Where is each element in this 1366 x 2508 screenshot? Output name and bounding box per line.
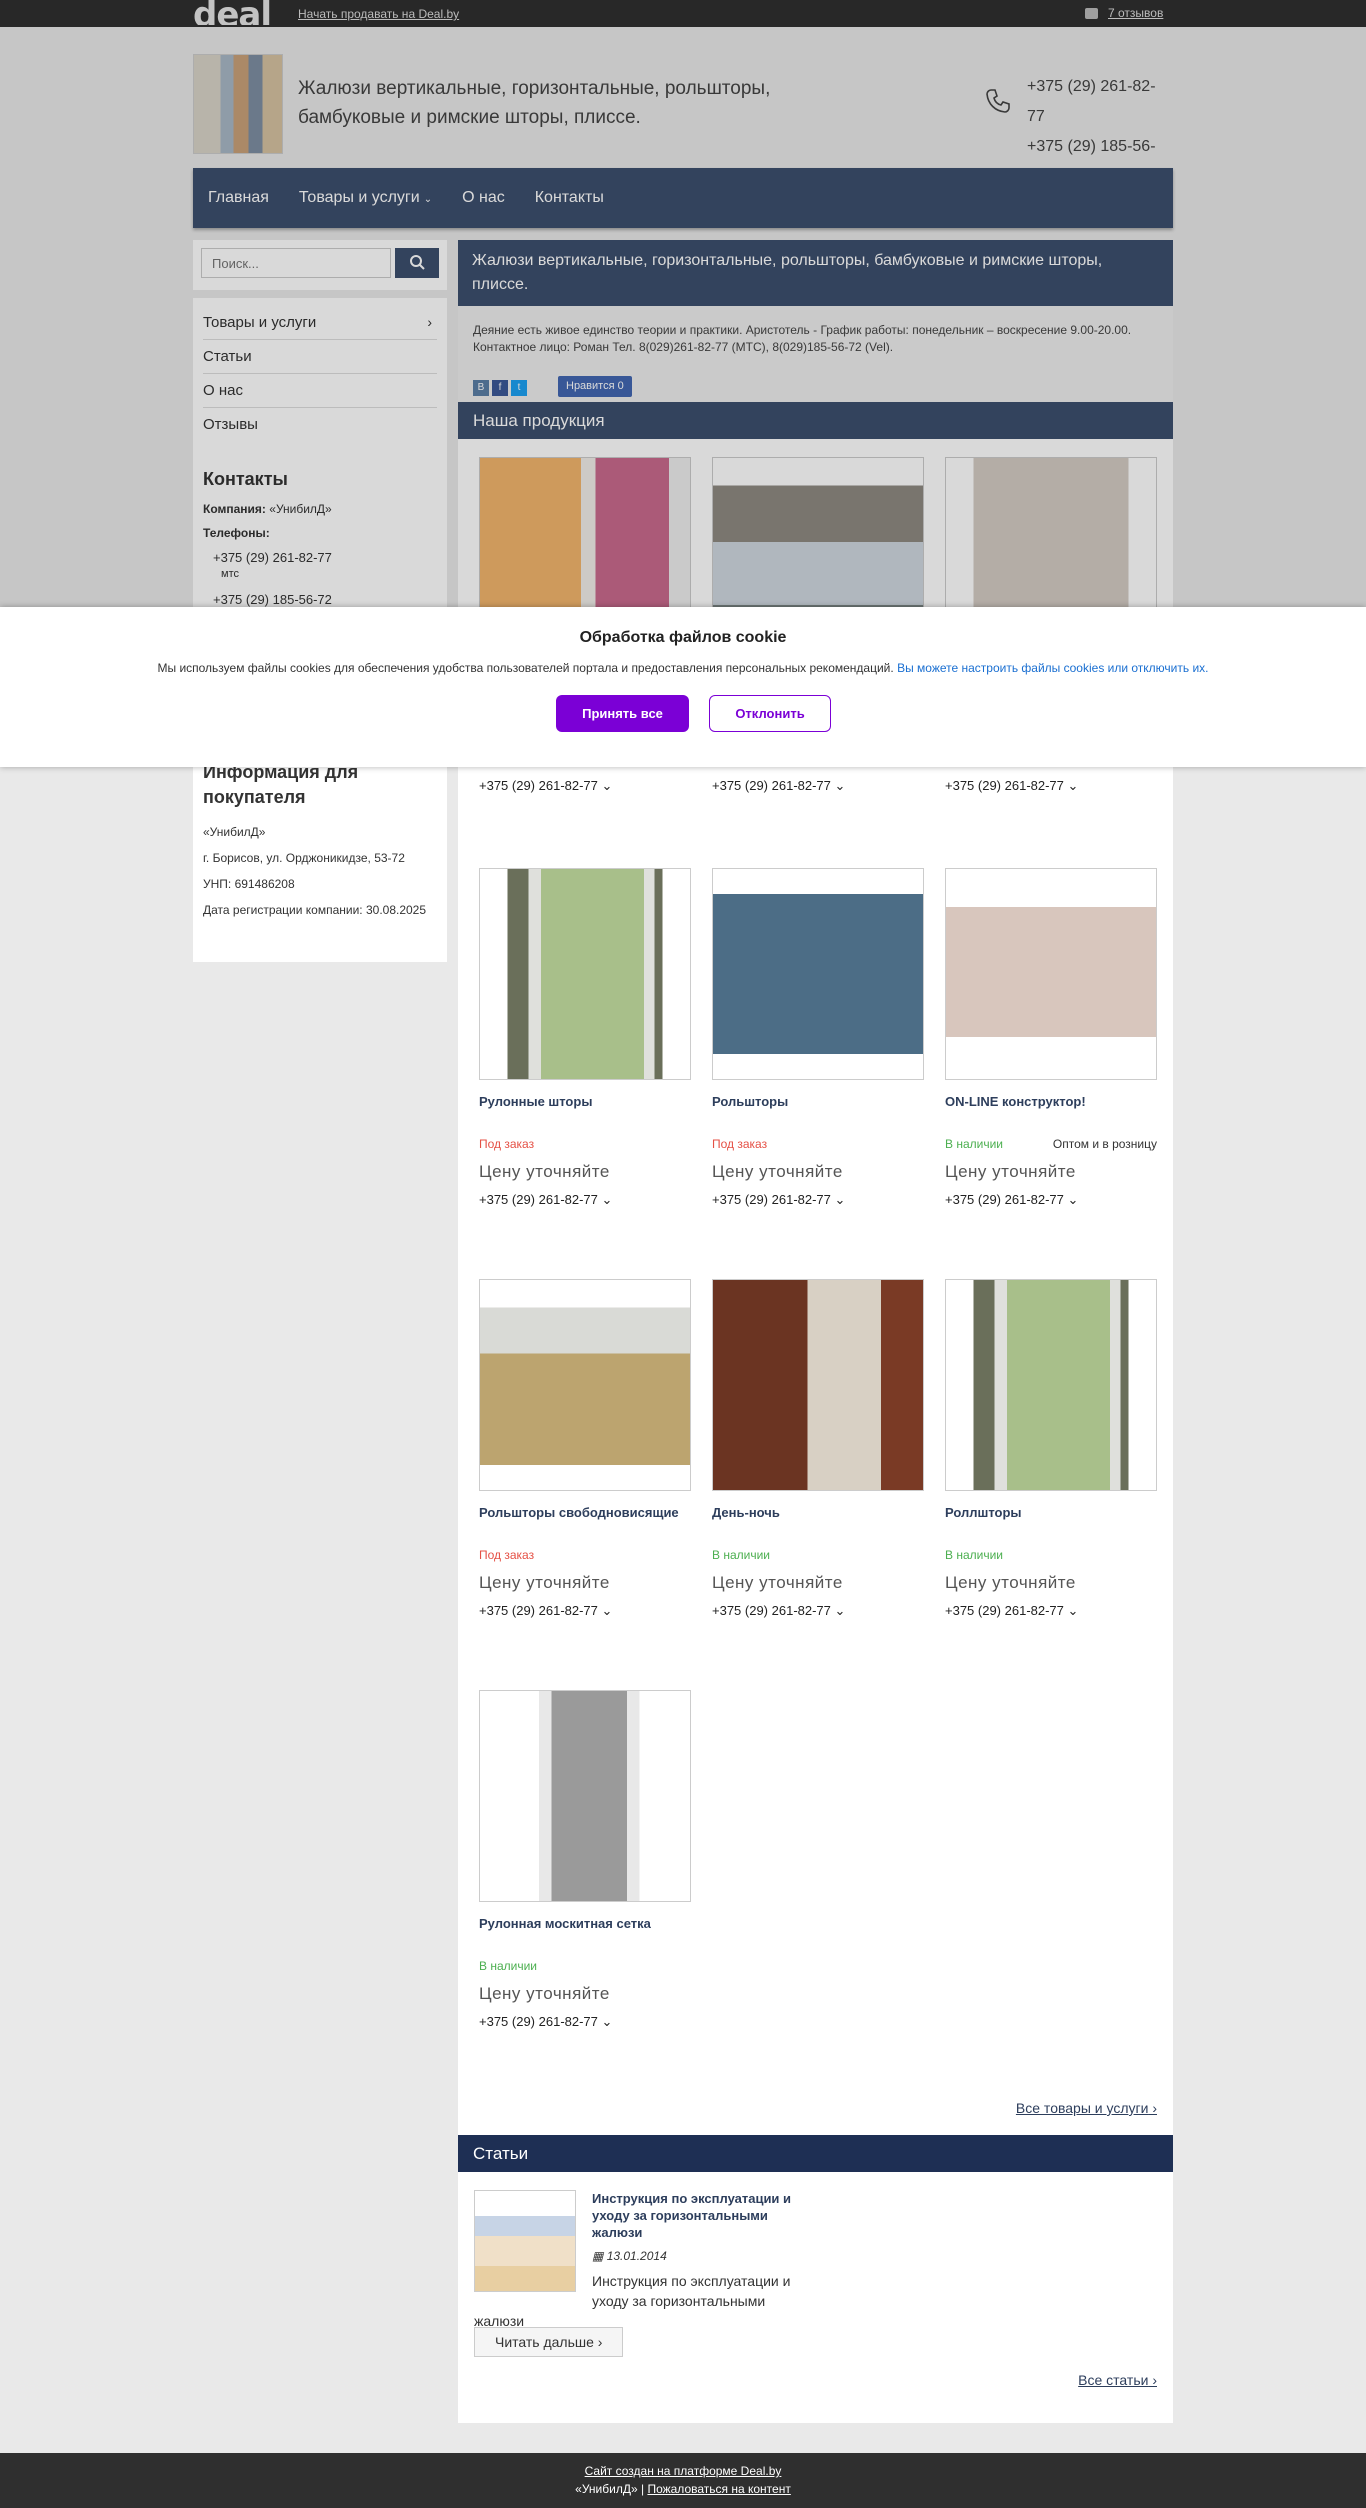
product-status: В наличии Оптом и в розницу: [945, 1137, 1157, 1151]
product-card[interactable]: День-ночь В наличии Цену уточняйте +375 …: [712, 1279, 924, 1619]
product-status: В наличии: [479, 1959, 538, 1973]
buyer-company: «УнибилД»: [203, 825, 266, 839]
cookie-title: Обработка файлов cookie: [579, 629, 787, 646]
overlay-dim: [0, 0, 1366, 607]
decline-cookies-button[interactable]: Отклонить: [709, 695, 831, 732]
product-image[interactable]: [945, 1279, 1157, 1491]
article-thumbnail[interactable]: [474, 2190, 576, 2292]
product-image[interactable]: [479, 1279, 691, 1491]
product-name[interactable]: Рольшторы: [712, 1092, 924, 1130]
product-image[interactable]: [712, 1279, 924, 1491]
product-price: Цену уточняйте: [479, 1162, 610, 1181]
product-status: В наличии: [712, 1548, 771, 1562]
product-card[interactable]: Роллшторы В наличии Цену уточняйте +375 …: [945, 1279, 1157, 1619]
product-status: В наличии: [945, 1548, 1004, 1562]
product-image[interactable]: [712, 868, 924, 1080]
product-status: Под заказ: [479, 1137, 535, 1151]
footer-company: «УнибилД»: [575, 2482, 638, 2496]
product-name[interactable]: Рольшторы свободновисящие: [479, 1503, 691, 1541]
product-tel-row: +375 (29) 261-82-77 ⌄: [479, 778, 691, 794]
product-card[interactable]: Рольшторы Под заказ Цену уточняйте +375 …: [712, 868, 924, 1208]
product-price: Цену уточняйте: [479, 1984, 610, 2003]
product-tel-row: +375 (29) 261-82-77 ⌄: [945, 778, 1157, 794]
product-phone[interactable]: +375 (29) 261-82-77 ⌄: [712, 1192, 924, 1208]
product-price: Цену уточняйте: [712, 1573, 843, 1592]
product-phone[interactable]: +375 (29) 261-82-77 ⌄: [945, 1192, 1157, 1208]
articles-title: Статьи: [458, 2135, 1173, 2172]
product-phone[interactable]: +375 (29) 261-82-77 ⌄: [712, 778, 924, 794]
all-articles-link[interactable]: Все статьи ›: [1078, 2372, 1157, 2388]
calendar-icon: ▦: [592, 2249, 604, 2263]
buyer-address: г. Борисов, ул. Орджоникидзе, 53-72: [203, 851, 405, 865]
product-name[interactable]: Рулонная москитная сетка: [479, 1914, 691, 1952]
product-phone[interactable]: +375 (29) 261-82-77 ⌄: [479, 1603, 691, 1619]
product-phone[interactable]: +375 (29) 261-82-77 ⌄: [712, 1603, 924, 1619]
product-image[interactable]: [945, 868, 1157, 1080]
platform-link[interactable]: Сайт создан на платформе Deal.by: [0, 2462, 1366, 2480]
product-name[interactable]: ON-LINE конструктор!: [945, 1092, 1157, 1130]
product-card[interactable]: ON-LINE конструктор! В наличии Оптом и в …: [945, 868, 1157, 1208]
article-item: Инструкция по эксплуатации и уходу за го…: [474, 2190, 794, 2331]
product-phone[interactable]: +375 (29) 261-82-77 ⌄: [479, 2014, 691, 2030]
buyer-reg-date: Дата регистрации компании: 30.08.2025: [203, 903, 427, 917]
footer: Сайт создан на платформе Deal.by «Унибил…: [0, 2453, 1366, 2508]
product-price: Цену уточняйте: [945, 1573, 1076, 1592]
buyer-unp: УНП: 691486208: [203, 877, 295, 891]
product-card[interactable]: Рулонная москитная сетка В наличии Цену …: [479, 1690, 691, 2030]
product-name[interactable]: День-ночь: [712, 1503, 924, 1541]
cookie-text: Мы используем файлы cookies для обеспече…: [157, 661, 1209, 675]
read-more-button[interactable]: Читать дальше ›: [474, 2327, 624, 2357]
product-name[interactable]: Роллшторы: [945, 1503, 1157, 1541]
product-card[interactable]: Рольшторы свободновисящие Под заказ Цену…: [479, 1279, 691, 1619]
product-phone[interactable]: +375 (29) 261-82-77 ⌄: [479, 1192, 691, 1208]
accept-cookies-button[interactable]: Принять все: [556, 695, 689, 732]
cookie-banner: Обработка файлов cookie Мы используем фа…: [0, 607, 1366, 767]
product-name[interactable]: Рулонные шторы: [479, 1092, 691, 1130]
buyer-info: Информация для покупателя «УнибилД» г. Б…: [193, 752, 447, 962]
buyer-info-title: Информация для покупателя: [203, 762, 359, 807]
product-image[interactable]: [479, 868, 691, 1080]
product-image[interactable]: [479, 1690, 691, 1902]
product-wholesale: Оптом и в розницу: [1052, 1137, 1157, 1151]
product-tel-row: +375 (29) 261-82-77 ⌄: [712, 778, 924, 794]
product-phone[interactable]: +375 (29) 261-82-77 ⌄: [945, 1603, 1157, 1619]
product-price: Цену уточняйте: [479, 1573, 610, 1592]
product-phone[interactable]: +375 (29) 261-82-77 ⌄: [945, 778, 1157, 794]
product-phone[interactable]: +375 (29) 261-82-77 ⌄: [479, 778, 691, 794]
product-card[interactable]: Рулонные шторы Под заказ Цену уточняйте …: [479, 868, 691, 1208]
product-status: Под заказ: [712, 1137, 768, 1151]
cookie-settings-link[interactable]: Вы можете настроить файлы cookies или от…: [897, 661, 1208, 675]
complain-link[interactable]: Пожаловаться на контент: [647, 2482, 790, 2496]
all-products-link[interactable]: Все товары и услуги ›: [1016, 2100, 1157, 2116]
product-price: Цену уточняйте: [945, 1162, 1076, 1181]
product-status: Под заказ: [479, 1548, 535, 1562]
product-price: Цену уточняйте: [712, 1162, 843, 1181]
